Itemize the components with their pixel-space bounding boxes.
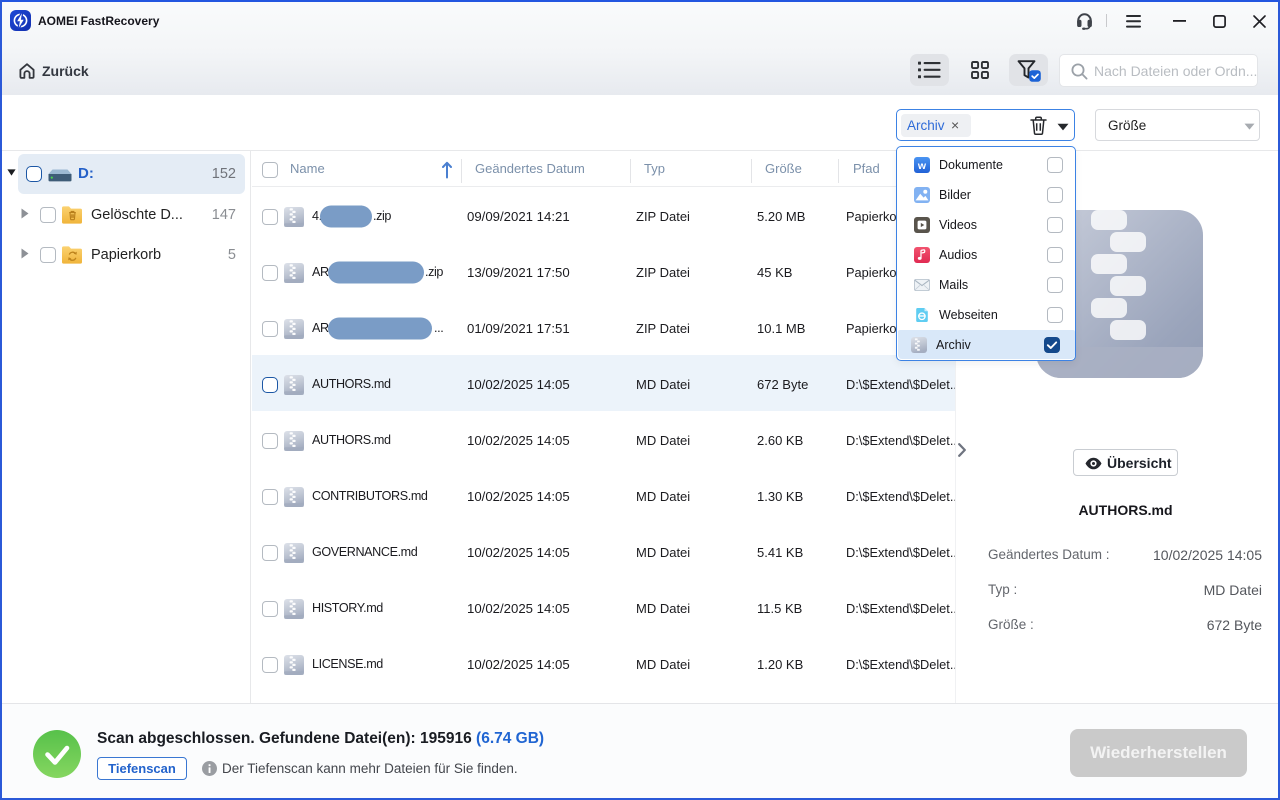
svg-text:w: w [917,160,927,172]
